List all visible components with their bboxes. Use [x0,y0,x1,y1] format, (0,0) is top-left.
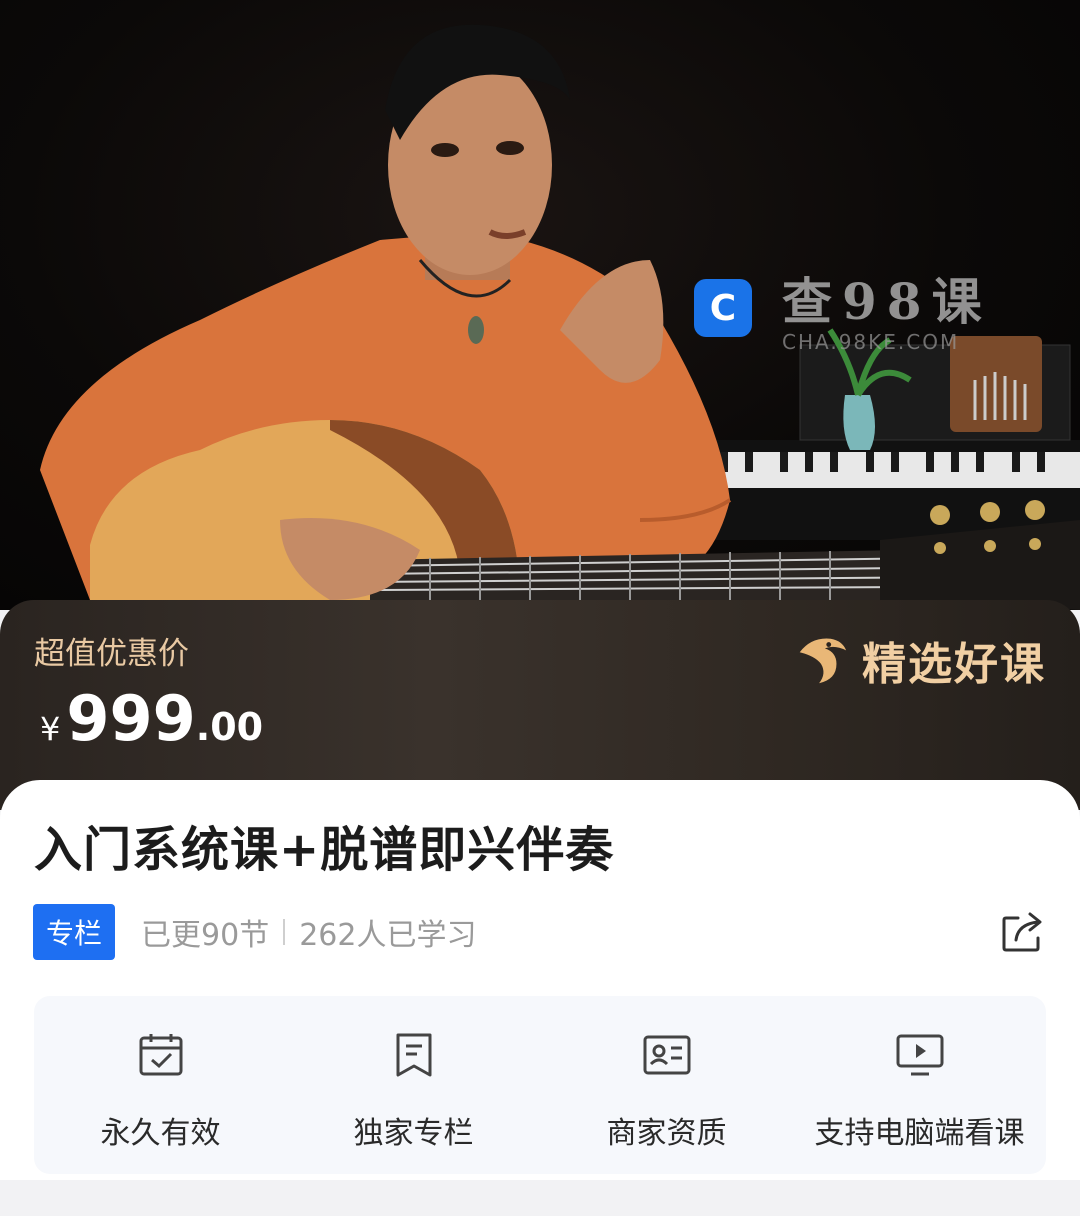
meta-divider [283,919,286,945]
watermark-logo-icon: C [694,279,752,337]
feature-desktop: 支持电脑端看课 [793,996,1046,1174]
course-video-cover[interactable]: C 查98课 CHA.98KE.COM [0,0,1080,610]
watermark-title: 查98课 [782,272,992,331]
price-label: 超值优惠价 [34,636,189,672]
calendar-check-icon [139,1034,182,1076]
feature-exclusive: 独家专栏 [287,996,540,1174]
column-tag: 专栏 [33,904,116,960]
price-currency: ¥ [40,710,61,748]
watermark-url: CHA.98KE.COM [782,330,960,354]
course-info-card: 入门系统课+脱谱即兴伴奏 专栏 已更90节 262人已学习 永久有效 独家专栏 … [0,780,1080,1180]
eagle-logo-icon [799,638,847,684]
course-title: 入门系统课+脱谱即兴伴奏 [34,822,615,878]
course-detail-page: C 查98课 CHA.98KE.COM 超值优惠价 ¥999.00 精选好课 入… [0,0,1080,1216]
price-value: ¥999.00 [40,682,263,755]
price-integer: 999 [66,682,196,755]
featured-course-text: 精选好课 [862,639,1046,690]
feature-strip: 永久有效 独家专栏 商家资质 支持电脑端看课 [34,996,1046,1174]
price-decimal: .00 [195,705,264,749]
watermark: C 查98课 CHA.98KE.COM [694,262,992,354]
feature-label: 支持电脑端看课 [814,1116,1025,1151]
share-icon[interactable] [998,908,1046,956]
featured-course-badge: 精选好课 [792,628,1046,692]
course-meta: 专栏 已更90节 262人已学习 [33,904,476,960]
learner-count: 262人已学习 [299,918,477,953]
monitor-play-icon [896,1034,943,1076]
price-banner: 超值优惠价 ¥999.00 精选好课 [0,600,1080,810]
feature-label: 永久有效 [100,1116,221,1151]
lesson-count: 已更90节 [141,918,270,953]
feature-merchant: 商家资质 [540,996,793,1174]
feature-label: 独家专栏 [353,1116,474,1151]
id-card-icon [643,1035,690,1075]
feature-label: 商家资质 [606,1116,727,1151]
bookmark-column-icon [396,1033,431,1077]
feature-permanent: 永久有效 [34,996,287,1174]
